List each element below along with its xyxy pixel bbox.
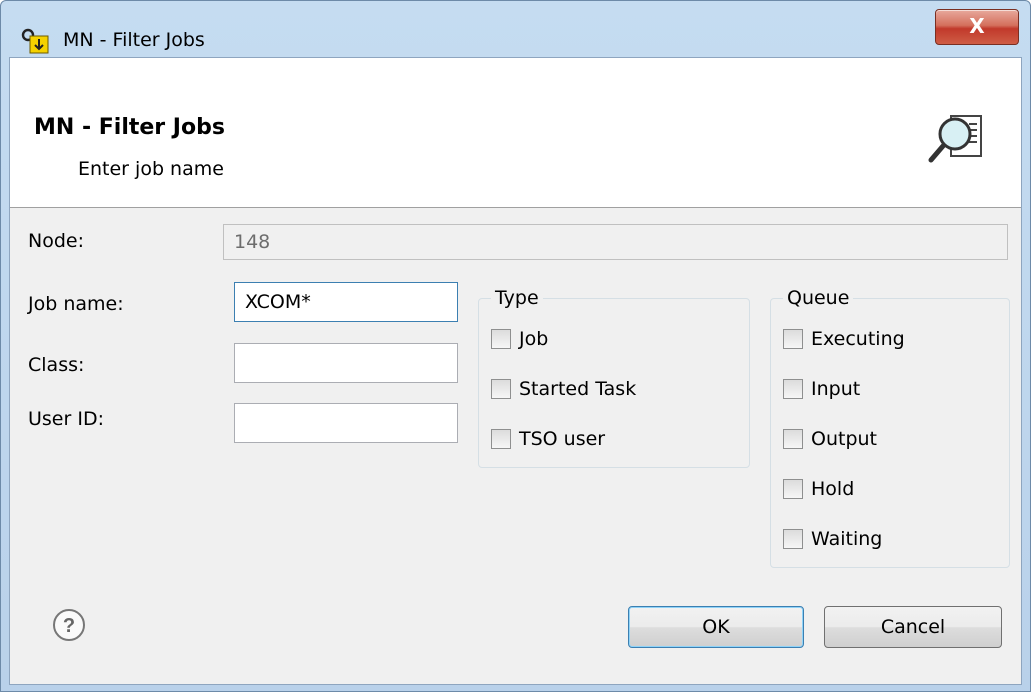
checkbox-label: Output xyxy=(811,428,877,450)
queue-option-input[interactable]: Input xyxy=(783,376,860,402)
type-option-tso-user[interactable]: TSO user xyxy=(491,426,605,452)
user-id-input[interactable] xyxy=(234,403,458,443)
queue-option-executing[interactable]: Executing xyxy=(783,326,905,352)
type-group-title: Type xyxy=(491,287,543,309)
checkbox[interactable] xyxy=(783,329,803,349)
type-option-job[interactable]: Job xyxy=(491,326,548,352)
checkbox[interactable] xyxy=(491,379,511,399)
job-name-label: Job name: xyxy=(28,293,124,315)
queue-option-hold[interactable]: Hold xyxy=(783,476,854,502)
checkbox-label: Started Task xyxy=(519,378,637,400)
checkbox-label: Executing xyxy=(811,328,905,350)
window-title: MN - Filter Jobs xyxy=(63,29,205,51)
checkbox-label: Hold xyxy=(811,478,855,500)
magnifier-document-icon xyxy=(928,115,982,163)
checkbox-label: TSO user xyxy=(519,428,606,450)
checkbox[interactable] xyxy=(783,379,803,399)
node-label: Node: xyxy=(28,230,84,252)
type-option-started-task[interactable]: Started Task xyxy=(491,376,636,402)
checkbox[interactable] xyxy=(783,429,803,449)
dialog-header: MN - Filter Jobs Enter job name xyxy=(10,58,1021,208)
checkbox-label: Waiting xyxy=(811,528,883,550)
dialog-body: MN - Filter Jobs Enter job name Node: 14… xyxy=(9,57,1022,685)
header-subtitle: Enter job name xyxy=(78,158,224,180)
user-id-label: User ID: xyxy=(28,408,104,430)
checkbox[interactable] xyxy=(491,329,511,349)
title-bar[interactable]: MN - Filter Jobs X xyxy=(1,1,1030,57)
checkbox[interactable] xyxy=(783,529,803,549)
queue-option-output[interactable]: Output xyxy=(783,426,877,452)
checkbox[interactable] xyxy=(783,479,803,499)
node-field: 148 xyxy=(223,224,1008,260)
queue-group: Queue Executing Input Output Hold Waitin… xyxy=(770,287,1010,568)
help-icon[interactable]: ? xyxy=(52,608,86,642)
close-button[interactable]: X xyxy=(935,9,1019,45)
checkbox-label: Input xyxy=(811,378,861,400)
queue-option-waiting[interactable]: Waiting xyxy=(783,526,882,552)
cancel-button[interactable]: Cancel xyxy=(824,606,1002,648)
checkbox-label: Job xyxy=(519,328,549,350)
header-title: MN - Filter Jobs xyxy=(34,115,225,140)
class-label: Class: xyxy=(28,354,85,376)
filter-app-icon xyxy=(21,28,49,54)
svg-text:?: ? xyxy=(63,615,75,637)
queue-group-title: Queue xyxy=(783,287,854,309)
dialog-window: MN - Filter Jobs X MN - Filter Jobs Ente… xyxy=(0,0,1031,692)
ok-button[interactable]: OK xyxy=(628,606,804,648)
job-name-input[interactable] xyxy=(234,282,458,322)
checkbox[interactable] xyxy=(491,429,511,449)
type-group: Type Job Started Task TSO user xyxy=(478,287,750,468)
class-input[interactable] xyxy=(234,343,458,383)
